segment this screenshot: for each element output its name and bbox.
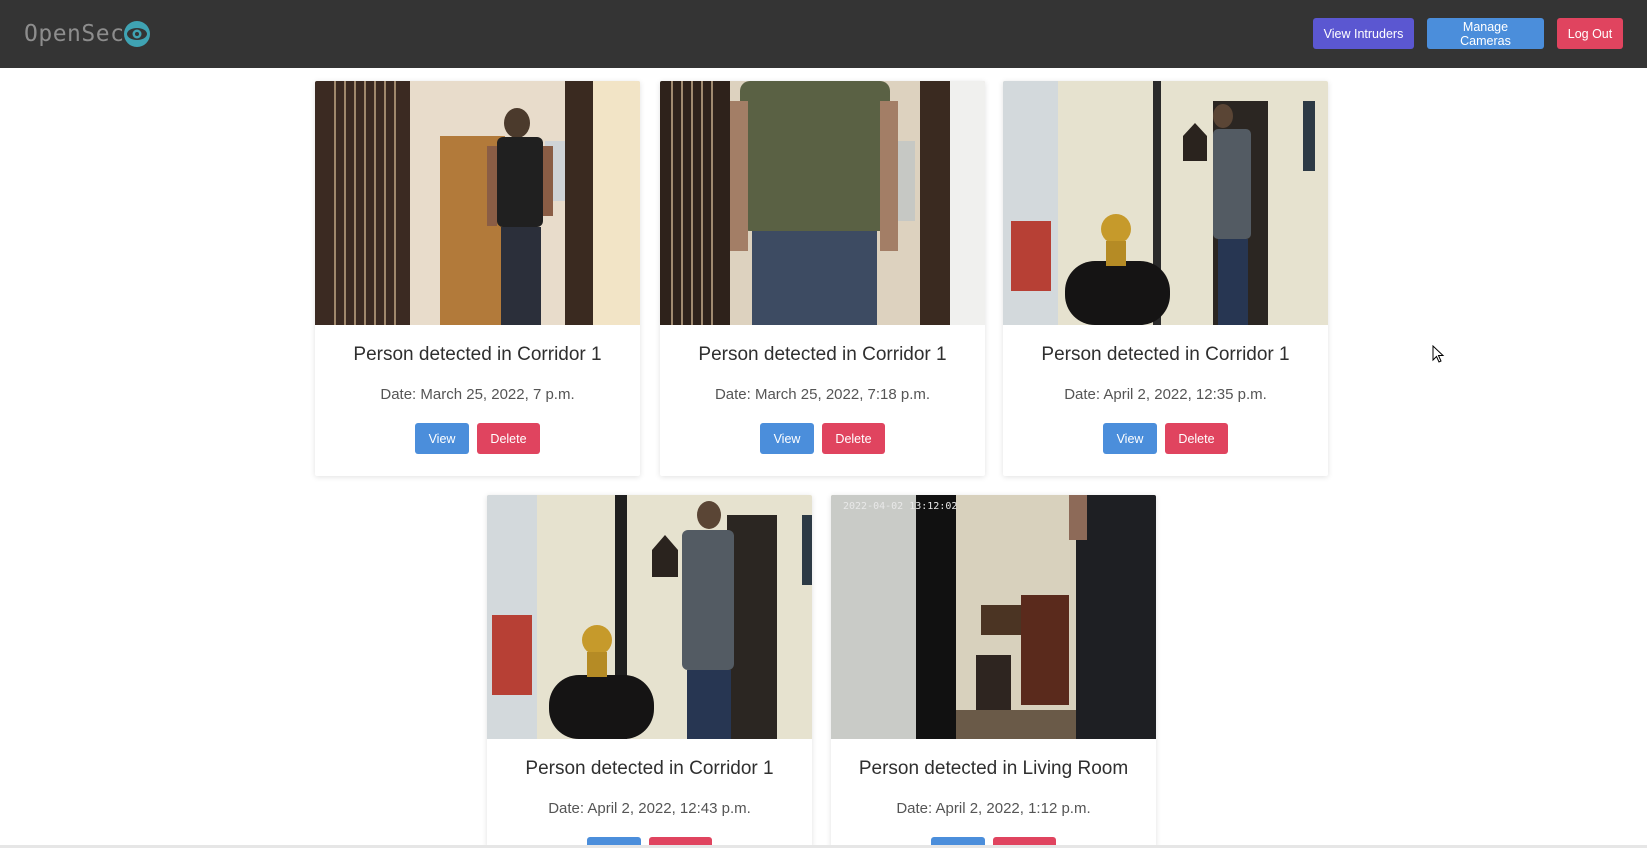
card-date: Date: April 2, 2022, 12:43 p.m.	[548, 800, 751, 817]
delete-button[interactable]: Delete	[822, 423, 885, 454]
card-title: Person detected in Living Room	[858, 758, 1129, 779]
card-title: Person detected in Corridor 1	[525, 758, 774, 779]
card-title: Person detected in Corridor 1	[1041, 344, 1290, 365]
nav-buttons: View Intruders Manage Cameras Log Out	[1313, 18, 1623, 49]
card-date: Date: March 25, 2022, 7 p.m.	[380, 386, 575, 403]
view-button[interactable]: View	[760, 423, 814, 454]
card-title: Person detected in Corridor 1	[353, 344, 602, 365]
eye-icon	[124, 21, 151, 47]
delete-button[interactable]: Delete	[477, 423, 540, 454]
logo-text: OpenSec	[24, 21, 125, 47]
card-actions: View Delete	[660, 423, 985, 454]
card-title: Person detected in Corridor 1	[698, 344, 947, 365]
card-date: Date: April 2, 2022, 12:35 p.m.	[1064, 386, 1267, 403]
view-intruders-button[interactable]: View Intruders	[1313, 18, 1414, 49]
view-button[interactable]: View	[415, 423, 469, 454]
camera-snapshot[interactable]	[660, 81, 985, 325]
detection-card: 2022-04-02 13:12:02 Person detected in L…	[831, 495, 1156, 848]
mouse-cursor-icon	[1432, 345, 1445, 363]
svg-text:2022-04-02 13:12:02: 2022-04-02 13:12:02	[843, 501, 957, 512]
camera-snapshot[interactable]	[1003, 81, 1328, 325]
navbar: OpenSec View Intruders Manage Cameras Lo…	[0, 0, 1647, 68]
delete-button[interactable]: Delete	[1165, 423, 1228, 454]
detection-card: Person detected in Corridor 1 Date: Marc…	[315, 81, 640, 476]
detection-card: Person detected in Corridor 1 Date: Apri…	[1003, 81, 1328, 476]
detection-card: Person detected in Corridor 1 Date: Apri…	[487, 495, 812, 848]
app-logo[interactable]: OpenSec	[24, 18, 152, 50]
camera-snapshot[interactable]	[315, 81, 640, 325]
card-actions: View Delete	[315, 423, 640, 454]
camera-snapshot[interactable]: 2022-04-02 13:12:02	[831, 495, 1156, 739]
card-date: Date: April 2, 2022, 1:12 p.m.	[896, 800, 1091, 817]
card-actions: View Delete	[1003, 423, 1328, 454]
log-out-button[interactable]: Log Out	[1557, 18, 1623, 49]
manage-cameras-button[interactable]: Manage Cameras	[1427, 18, 1544, 49]
detection-card: Person detected in Corridor 1 Date: Marc…	[660, 81, 985, 476]
card-date: Date: March 25, 2022, 7:18 p.m.	[714, 386, 931, 403]
camera-snapshot[interactable]	[487, 495, 812, 739]
view-button[interactable]: View	[1103, 423, 1157, 454]
